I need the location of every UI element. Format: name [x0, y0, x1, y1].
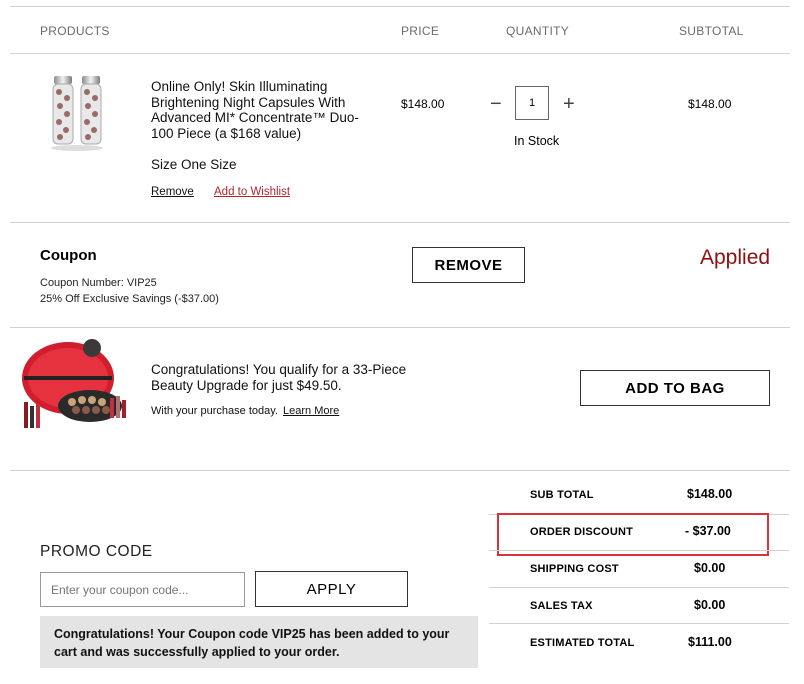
- summary-label-discount: ORDER DISCOUNT: [530, 526, 634, 538]
- header-quantity: QUANTITY: [506, 24, 570, 38]
- summary-value-subtotal: $148.00: [687, 487, 733, 501]
- coupon-title: Coupon: [40, 247, 97, 264]
- summary-divider-2: [489, 550, 789, 551]
- beauty-upgrade-kit-icon: [22, 339, 126, 428]
- promo-success-message: Congratulations! Your Coupon code VIP25 …: [40, 616, 478, 668]
- item-subtotal: $148.00: [688, 97, 732, 111]
- summary-label-tax: SALES TAX: [530, 600, 593, 612]
- night-capsules-duo-icon: [51, 76, 103, 151]
- decrease-quantity-button[interactable]: −: [490, 94, 502, 114]
- stock-status: In Stock: [514, 134, 560, 148]
- coupon-status: Applied: [700, 246, 771, 269]
- upsell-divider: [10, 470, 790, 471]
- summary-label-subtotal: SUB TOTAL: [530, 489, 594, 501]
- summary-divider-4: [489, 623, 789, 624]
- summary-value-discount: - $37.00: [685, 524, 731, 538]
- product-size: Size One Size: [151, 157, 237, 172]
- upgrade-subtext-row: With your purchase today. Learn More: [151, 405, 339, 417]
- remove-coupon-button[interactable]: REMOVE: [412, 247, 525, 283]
- header-subtotal: SUBTOTAL: [679, 24, 744, 38]
- header-products: PRODUCTS: [40, 24, 110, 38]
- remove-link[interactable]: Remove: [151, 186, 194, 198]
- summary-value-total: $111.00: [688, 635, 732, 649]
- coupon-description: 25% Off Exclusive Savings (-$37.00): [40, 293, 219, 305]
- product-image[interactable]: [48, 74, 106, 152]
- upgrade-message: Congratulations! You qualify for a 33-Pi…: [151, 362, 407, 393]
- top-divider: [10, 6, 790, 7]
- quantity-value: 1: [528, 97, 536, 109]
- add-to-wishlist-link[interactable]: Add to Wishlist: [214, 186, 290, 198]
- header-price: PRICE: [401, 24, 440, 38]
- quantity-input[interactable]: 1: [515, 86, 549, 120]
- summary-value-shipping: $0.00: [694, 561, 726, 575]
- coupon-number: Coupon Number: VIP25: [40, 277, 157, 289]
- promo-code-label: PROMO CODE: [40, 543, 153, 560]
- upgrade-subtext: With your purchase today.: [151, 405, 278, 417]
- item-price: $148.00: [401, 97, 445, 111]
- increase-quantity-button[interactable]: +: [563, 94, 575, 114]
- add-to-bag-button[interactable]: ADD TO BAG: [580, 370, 770, 406]
- summary-label-total: ESTIMATED TOTAL: [530, 637, 635, 649]
- summary-label-shipping: SHIPPING COST: [530, 563, 619, 575]
- coupon-divider: [10, 327, 790, 328]
- item-divider: [10, 222, 790, 223]
- product-name[interactable]: Online Only! Skin Illuminating Brighteni…: [151, 79, 376, 141]
- promo-code-input[interactable]: [40, 572, 245, 607]
- header-divider: [10, 53, 790, 54]
- upgrade-kit-image[interactable]: [18, 336, 132, 434]
- summary-divider-3: [489, 587, 789, 588]
- apply-promo-button[interactable]: APPLY: [255, 571, 408, 607]
- learn-more-link[interactable]: Learn More: [283, 405, 339, 417]
- summary-value-tax: $0.00: [694, 598, 726, 612]
